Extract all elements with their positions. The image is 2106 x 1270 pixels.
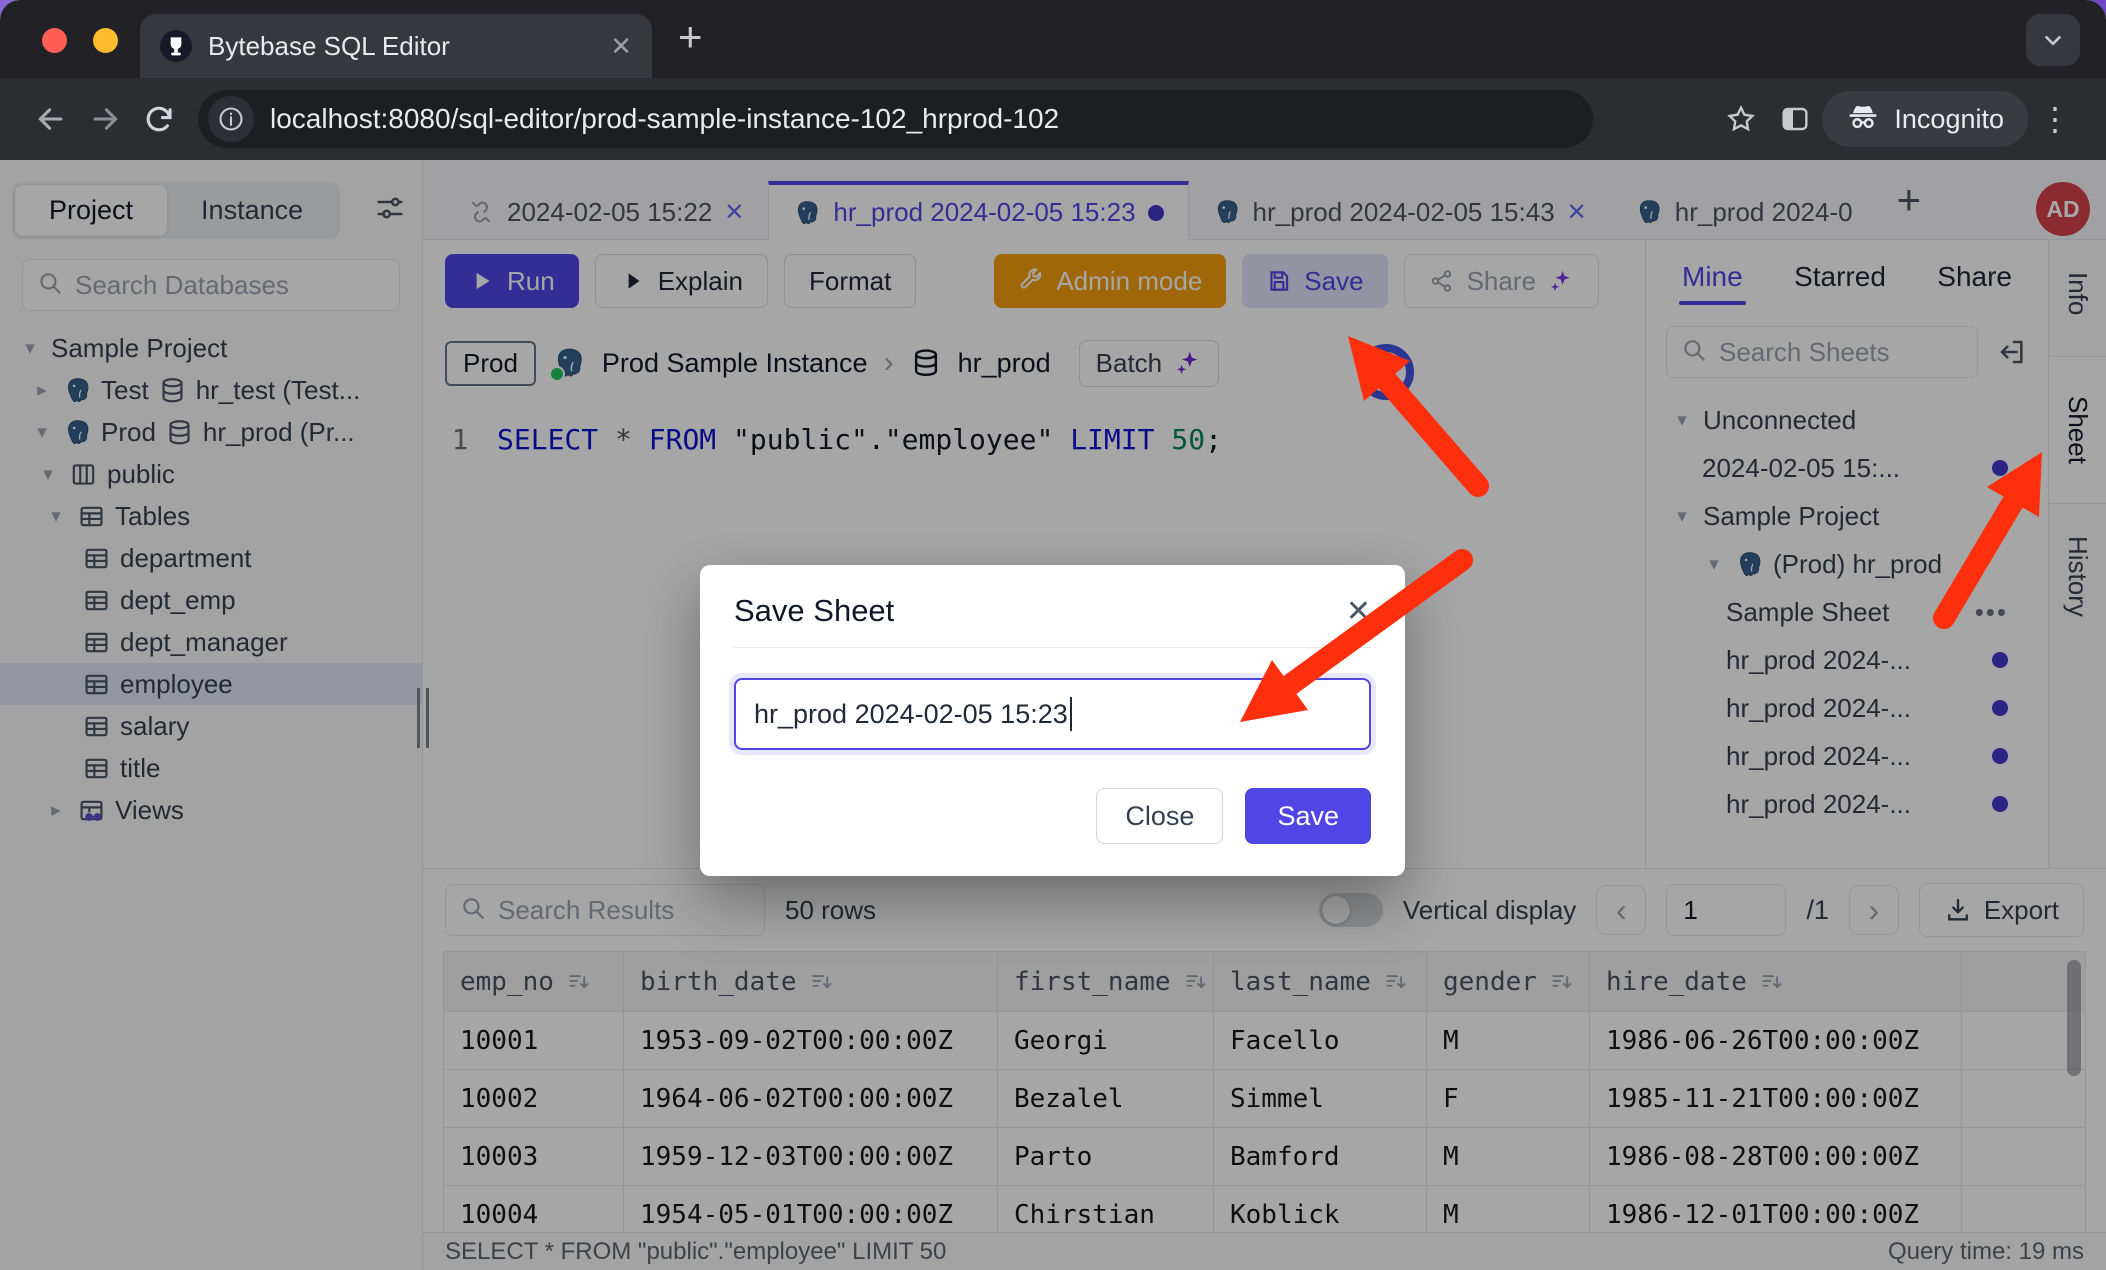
sheet-name-value: hr_prod 2024-02-05 15:23 [754,699,1068,730]
modal-save-button[interactable]: Save [1245,788,1371,844]
screen: Bytebase SQL Editor ✕ + localhost [0,0,2106,1270]
bytebase-favicon-icon [160,30,192,62]
modal-close-button[interactable]: Close [1096,788,1223,844]
save-sheet-dialog: Save Sheet ✕ hr_prod 2024-02-05 15:23 Cl… [700,565,1405,876]
dialog-title: Save Sheet [734,593,894,629]
dialog-divider [734,647,1371,648]
browser-menu-icon[interactable]: ⋮ [2028,92,2082,146]
browser-tab-title: Bytebase SQL Editor [208,31,594,62]
new-browser-tab-button[interactable]: + [678,16,703,58]
omnibox[interactable]: localhost:8080/sql-editor/prod-sample-in… [198,90,1593,148]
text-cursor [1070,697,1072,731]
tab-search-button[interactable] [2026,14,2080,66]
bookmark-star-icon[interactable] [1714,92,1768,146]
site-info-icon[interactable] [208,96,254,142]
back-button[interactable] [24,92,78,146]
sheet-name-input[interactable]: hr_prod 2024-02-05 15:23 [734,678,1371,750]
reload-button[interactable] [132,92,186,146]
forward-button[interactable] [78,92,132,146]
incognito-badge[interactable]: Incognito [1822,91,2028,147]
dialog-close-icon[interactable]: ✕ [1346,594,1371,629]
browser-tab[interactable]: Bytebase SQL Editor ✕ [140,14,652,78]
url-text: localhost:8080/sql-editor/prod-sample-in… [270,103,1059,135]
window-minimize-button[interactable] [93,28,118,53]
incognito-icon [1846,99,1880,140]
window-close-button[interactable] [42,28,67,53]
browser-navbar: localhost:8080/sql-editor/prod-sample-in… [0,78,2106,160]
split-screen-icon[interactable] [1768,92,1822,146]
browser-window: Bytebase SQL Editor ✕ + localhost [0,0,2106,1270]
incognito-label: Incognito [1894,104,2004,135]
browser-tab-close-icon[interactable]: ✕ [610,31,632,62]
browser-tab-strip: Bytebase SQL Editor ✕ + [0,0,2106,78]
